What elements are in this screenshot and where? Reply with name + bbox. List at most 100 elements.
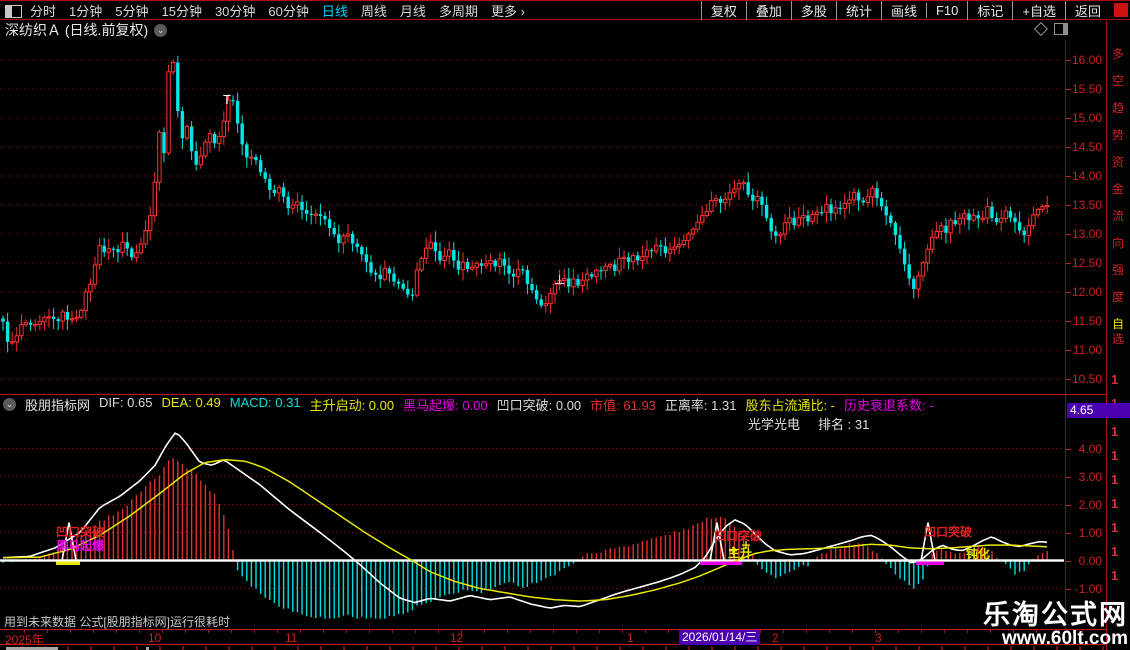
toolbar-button-统计[interactable]: 统计 — [835, 0, 881, 20]
right-strip-menu-item[interactable]: 多 — [1112, 48, 1126, 60]
toolbar-button-叠加[interactable]: 叠加 — [745, 0, 791, 20]
corner-red-badge — [1114, 3, 1128, 17]
right-strip-menu-item[interactable]: 空 — [1112, 75, 1126, 87]
sector-rank-row: 光学光电 排名 : 31 — [748, 414, 869, 433]
date-axis-tick — [323, 630, 324, 633]
indicator-header: ⌄ 股朋指标网 DIF: 0.65 DEA: 0.49 MACD: 0.31 主升启动… — [3, 395, 934, 414]
right-strip-menu-item[interactable]: 度 — [1112, 291, 1126, 303]
right-strip-menu-item[interactable]: 向 — [1112, 237, 1126, 249]
signal-label: 黑马起爆 — [56, 539, 105, 553]
period-tab-月线[interactable]: 月线 — [400, 1, 426, 20]
indicator-name[interactable]: 股朋指标网 — [25, 395, 90, 414]
watermark-url: www.60lt.com — [1002, 628, 1128, 650]
right-strip-quote-digit[interactable]: 1 — [1111, 448, 1118, 463]
month-label: 10 — [148, 631, 162, 645]
right-strip-quote-digit[interactable]: 1 — [1111, 520, 1118, 535]
date-axis-tick — [392, 630, 393, 633]
period-tab-周线[interactable]: 周线 — [361, 1, 387, 20]
macd-indicator-chart[interactable] — [0, 395, 1066, 625]
panel-icon[interactable] — [1054, 23, 1068, 35]
price-axis-label: 11.00 — [1072, 343, 1102, 357]
right-strip-favorites-tab[interactable]: 自 — [1112, 318, 1126, 330]
period-tab-30分钟[interactable]: 30分钟 — [215, 1, 255, 20]
price-axis-label: 13.00 — [1071, 227, 1102, 241]
toolbar-button-画线[interactable]: 画线 — [880, 0, 926, 20]
right-strip-menu-item[interactable]: 势 — [1112, 129, 1126, 141]
date-axis-tick — [346, 630, 347, 633]
toolbar-button-复权[interactable]: 复权 — [700, 0, 746, 20]
collapse-indicator-icon[interactable]: ⌄ — [3, 398, 16, 411]
date-axis-tick — [185, 630, 186, 633]
date-axis-tick — [254, 630, 255, 633]
right-strip-menu-item[interactable]: 金 — [1112, 183, 1126, 195]
right-strip-quote-digit[interactable]: 1 — [1111, 472, 1118, 487]
date-axis-tick — [898, 630, 899, 633]
diamond-icon[interactable] — [1033, 21, 1049, 37]
date-axis-tick — [530, 630, 531, 633]
watermark: 乐淘公式网 www.60lt.com — [983, 599, 1128, 650]
date-axis-tick — [576, 630, 577, 633]
toolbar-actions: 复权 叠加 多股 统计 画线 F10 标记 +自选 返回 — [700, 0, 1110, 20]
month-label: 11 — [285, 631, 298, 645]
indicator-axis-label: 2.00 — [1078, 497, 1102, 512]
watermark-name: 乐淘公式网 — [983, 599, 1128, 630]
right-strip-menu-item[interactable]: 强 — [1112, 264, 1126, 276]
right-strip-quote-digit[interactable]: 1 — [1111, 372, 1118, 387]
selected-date-badge: 2026/01/14/三 — [679, 630, 761, 645]
date-axis-tick — [553, 630, 554, 633]
date-axis-tick — [70, 630, 71, 633]
right-strip-quote-digit[interactable]: 1 — [1111, 424, 1118, 439]
date-axis-tick — [47, 630, 48, 633]
right-strip-menu-item[interactable]: 资 — [1112, 156, 1126, 168]
period-tab-15分钟[interactable]: 15分钟 — [161, 1, 201, 20]
right-strip-quote-digit[interactable]: 1 — [1111, 544, 1118, 559]
date-axis-tick — [369, 630, 370, 633]
date-axis-tick — [921, 630, 922, 633]
indicator-field: 历史衰退系数: - — [844, 398, 934, 413]
toolbar-button-多股[interactable]: 多股 — [790, 0, 836, 20]
signal-label: 主升 — [728, 546, 753, 560]
month-label: 1 — [627, 631, 634, 645]
chevron-down-icon[interactable]: ⌄ — [154, 23, 168, 37]
indicator-axis-label: 3.00 — [1078, 469, 1102, 484]
signal-label: 凹口突破 — [714, 529, 763, 543]
right-strip-menu-item[interactable]: 流 — [1112, 210, 1126, 222]
right-strip-quote-digit[interactable]: 1 — [1111, 568, 1118, 583]
date-axis: 2025年 10 11 12 1 2 3 2026/01/14/三 — [0, 629, 1106, 647]
date-axis-tick — [231, 630, 232, 633]
toolbar-button-返回[interactable]: 返回 — [1064, 0, 1110, 20]
period-tab-多周期[interactable]: 多周期 — [439, 1, 478, 20]
period-tab-更多 ›[interactable]: 更多 › — [491, 1, 525, 20]
toolbar-button-标记[interactable]: 标记 — [967, 0, 1012, 20]
price-axis-label: 12.00 — [1071, 285, 1102, 299]
layout-split-icon[interactable] — [5, 5, 22, 18]
indicator-axis-label: -1.00 — [1074, 581, 1102, 596]
toolbar-button-+自选[interactable]: +自选 — [1012, 0, 1065, 20]
indicator-field: 主升启动: 0.00 — [309, 398, 395, 413]
period-tab-5分钟[interactable]: 5分钟 — [115, 1, 148, 20]
period-tab-1分钟[interactable]: 1分钟 — [69, 1, 102, 20]
date-axis-tick — [783, 630, 784, 633]
period-tab-分时[interactable]: 分时 — [30, 1, 56, 20]
date-axis-tick — [300, 630, 301, 633]
toolbar-button-F10[interactable]: F10 — [925, 2, 967, 18]
price-axis-label: 13.50 — [1071, 198, 1102, 212]
indicator-field: 正离率: 1.31 — [664, 398, 737, 413]
indicator-field: 市值: 61.93 — [590, 398, 656, 413]
period-tab-日线[interactable]: 日线 — [322, 1, 348, 20]
indicator-field: 股东占流通比: - — [745, 398, 836, 413]
indicator-field: MACD: 0.31 — [229, 395, 301, 410]
main-candlestick-chart[interactable] — [0, 40, 1066, 396]
top-toolbar: 分时 1分钟 5分钟 15分钟 30分钟 60分钟 日线 周线 月线 多周期 更多 › 复权 叠加 多股… — [0, 0, 1130, 20]
right-strip-menu-item[interactable]: 趋 — [1112, 102, 1126, 114]
right-strip-quote-digit[interactable]: 1 — [1111, 496, 1118, 511]
date-axis-tick — [806, 630, 807, 633]
indicator-field: DIF: 0.65 — [99, 395, 153, 410]
period-tab-60分钟[interactable]: 60分钟 — [268, 1, 308, 20]
right-strip-menu-item[interactable]: 选 — [1112, 333, 1126, 345]
date-axis-tick — [24, 630, 25, 633]
indicator-values: DIF: 0.65 DEA: 0.49 MACD: 0.31 主升启动: 0.00 黑马… — [99, 395, 934, 414]
date-axis-tick — [93, 630, 94, 633]
year-label: 2025年 — [5, 633, 44, 647]
chart-title: 深纺织Ａ (日线.前复权) — [5, 22, 149, 38]
